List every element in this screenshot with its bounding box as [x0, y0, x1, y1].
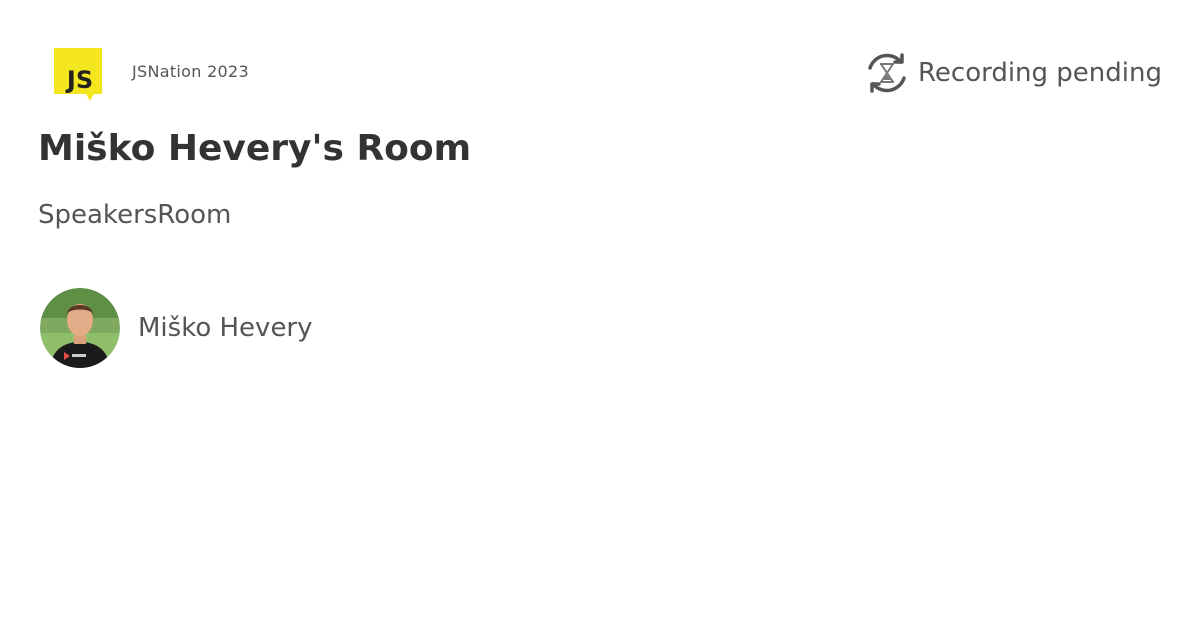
event-logo: JS — [54, 48, 102, 102]
jsnation-logo-icon: JS — [54, 48, 102, 101]
speaker-item[interactable]: Miško Hevery — [40, 288, 313, 368]
hourglass-refresh-icon — [868, 53, 906, 93]
svg-text:JS: JS — [65, 66, 93, 94]
room-title: Miško Hevery's Room — [38, 128, 472, 169]
page: JS JSNation 2023 Recording pending Miško… — [0, 0, 1200, 628]
speaker-avatar — [40, 288, 120, 368]
room-type: SpeakersRoom — [38, 200, 232, 230]
recording-status: Recording pending — [864, 50, 1162, 96]
recording-status-text: Recording pending — [918, 58, 1162, 88]
event-name: JSNation 2023 — [132, 62, 250, 81]
speaker-name[interactable]: Miško Hevery — [138, 313, 313, 343]
